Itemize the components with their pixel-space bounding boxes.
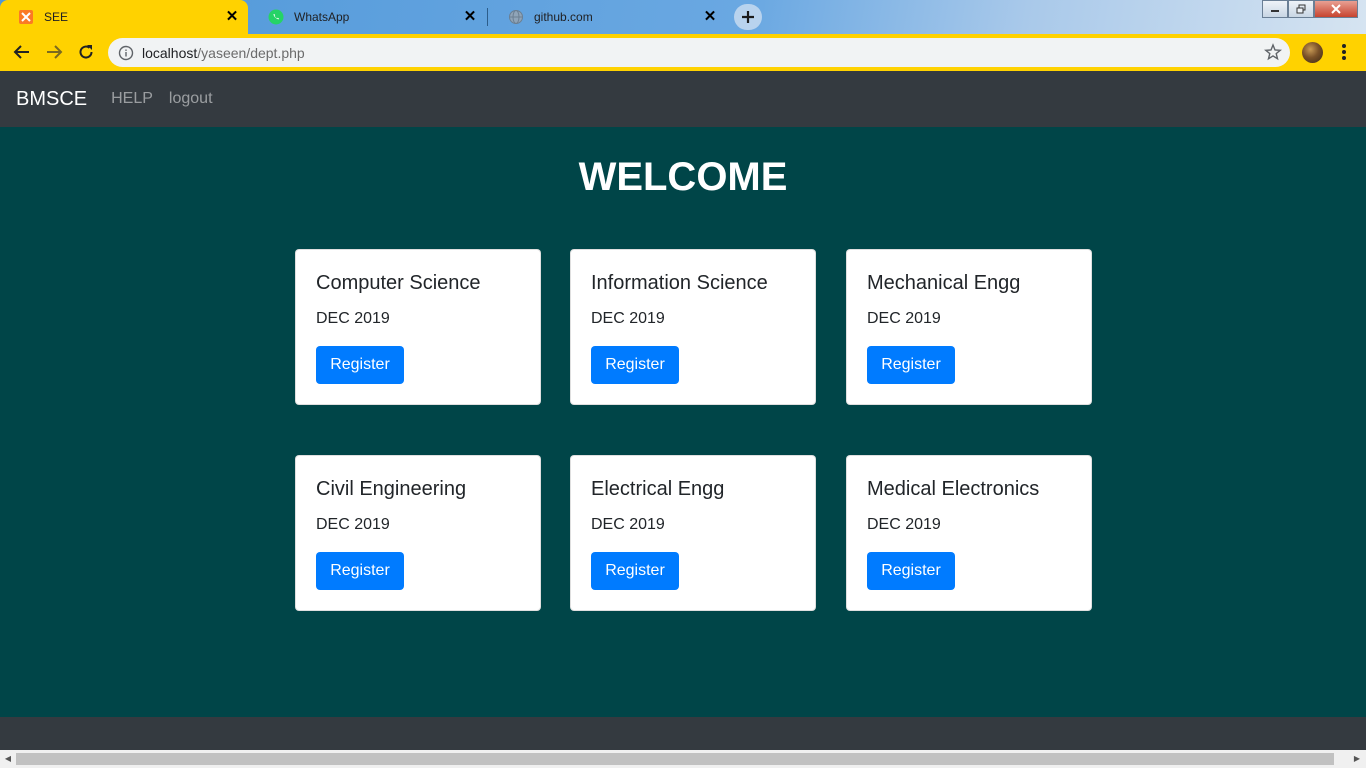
window-controls [1262,0,1358,18]
whatsapp-icon [268,9,284,25]
minimize-button[interactable] [1262,0,1288,18]
arrow-right-icon [47,45,63,59]
card-date: DEC 2019 [867,516,941,533]
card-title: Mechanical Engg [867,272,1021,294]
restore-icon [1296,4,1306,14]
card-date: DEC 2019 [316,516,390,533]
close-tab-icon[interactable]: ✕ [224,9,240,25]
register-button[interactable]: Register [316,552,404,590]
scroll-right-icon[interactable]: ▶ [1352,753,1362,765]
profile-avatar[interactable] [1302,42,1323,63]
site-navbar: BMSCE HELP logout [0,71,1366,127]
register-button[interactable]: Register [591,346,679,384]
card-date: DEC 2019 [591,516,665,533]
tab-title: SEE [44,10,69,24]
department-card: Electrical Engg DEC 2019 Register [570,455,816,611]
info-icon[interactable] [118,45,134,61]
department-card: Computer Science DEC 2019 Register [295,249,541,405]
brand-link[interactable]: BMSCE [16,88,87,111]
department-card: Civil Engineering DEC 2019 Register [295,455,541,611]
bookmark-star-icon[interactable] [1264,43,1282,61]
url-host: localhost [142,44,198,61]
register-button[interactable]: Register [316,346,404,384]
nav-link-help[interactable]: HELP [111,90,153,108]
arrow-left-icon [13,45,29,59]
browser-toolbar: localhost/yaseen/dept.php [0,34,1366,71]
page-footer [0,717,1366,750]
card-title: Computer Science [316,272,481,294]
new-tab-button[interactable] [734,4,762,30]
globe-icon [508,9,524,25]
restore-button[interactable] [1288,0,1314,18]
close-icon [1331,4,1341,14]
close-window-button[interactable] [1314,0,1358,18]
browser-menu-button[interactable] [1336,42,1352,62]
tab-title: WhatsApp [294,10,350,24]
card-date: DEC 2019 [591,310,665,327]
card-title: Information Science [591,272,768,294]
reload-button[interactable] [74,40,98,64]
scroll-left-icon[interactable]: ◀ [3,753,13,765]
register-button[interactable]: Register [867,552,955,590]
close-tab-icon[interactable]: ✕ [702,9,718,25]
address-bar[interactable]: localhost/yaseen/dept.php [108,38,1290,67]
card-title: Electrical Engg [591,478,725,500]
minimize-icon [1271,10,1279,12]
department-card: Mechanical Engg DEC 2019 Register [846,249,1092,405]
tab-see[interactable]: SEE ✕ [0,0,248,34]
tab-separator [487,8,488,26]
department-card: Information Science DEC 2019 Register [570,249,816,405]
plus-icon [742,11,754,23]
department-card: Medical Electronics DEC 2019 Register [846,455,1092,611]
tab-whatsapp[interactable]: WhatsApp ✕ [250,0,486,34]
page-title: WELCOME [578,155,788,199]
back-button[interactable] [10,40,34,64]
main-content: WELCOME Computer Science DEC 2019 Regist… [0,127,1366,717]
tab-strip: SEE ✕ WhatsApp ✕ github.com ✕ [0,0,1366,34]
reload-icon [79,45,93,59]
xampp-icon [18,9,34,25]
card-title: Civil Engineering [316,478,467,500]
scrollbar-thumb[interactable] [16,753,1334,765]
card-title: Medical Electronics [867,478,1040,500]
tab-title: github.com [534,10,593,24]
forward-button[interactable] [42,40,66,64]
horizontal-scrollbar[interactable]: ◀ ▶ [0,750,1366,768]
url-text[interactable]: localhost/yaseen/dept.php [142,45,305,61]
card-date: DEC 2019 [867,310,941,327]
register-button[interactable]: Register [867,346,955,384]
close-tab-icon[interactable]: ✕ [462,9,478,25]
tab-github[interactable]: github.com ✕ [490,0,726,34]
register-button[interactable]: Register [591,552,679,590]
card-date: DEC 2019 [316,310,390,327]
url-path: /yaseen/dept.php [197,44,305,61]
nav-link-logout[interactable]: logout [169,90,213,108]
